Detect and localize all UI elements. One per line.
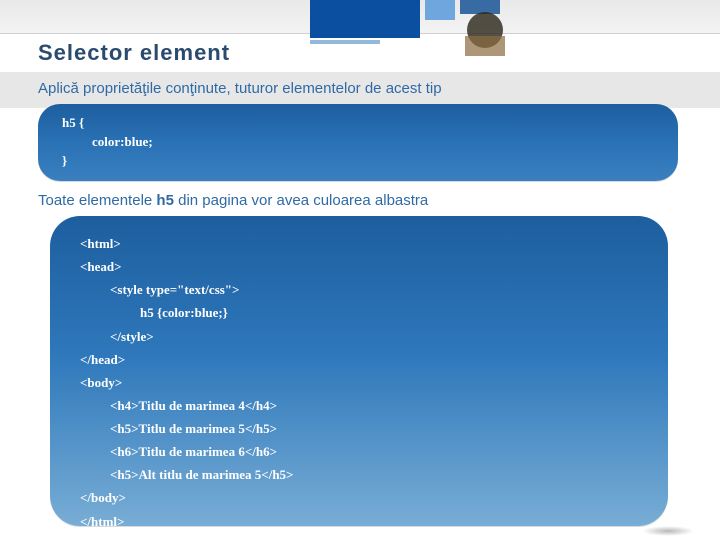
html-code-block: <html> <head> <style type="text/css"> h5… (50, 216, 668, 526)
code-line: </style> (80, 325, 638, 348)
code-line: <style type="text/css"> (80, 278, 638, 301)
page-title: Selector element (38, 40, 230, 66)
code-line: <h5>Alt titlu de marimea 5</h5> (80, 463, 638, 486)
code-line: <h4>Titlu de marimea 4</h4> (80, 394, 638, 417)
code-line: h5 {color:blue;} (80, 301, 638, 324)
code-line: <body> (80, 371, 638, 394)
text-bold: h5 (156, 192, 174, 209)
code-line: } (62, 153, 67, 168)
text-suffix: din pagina vor avea culoarea albastra (174, 192, 428, 209)
css-code-block: h5 { color:blue; } (38, 104, 678, 181)
code-line: </head> (80, 348, 638, 371)
code-line: color:blue; (62, 133, 654, 152)
code-line: <html> (80, 232, 638, 255)
top-gradient-bar (0, 0, 720, 34)
code-line: </html> (80, 510, 638, 533)
code-line: h5 { (62, 115, 84, 130)
corner-shadow (642, 526, 694, 536)
code-line: </body> (80, 486, 638, 509)
subtitle-explanation: Toate elementele h5 din pagina vor avea … (38, 192, 428, 209)
code-line: <h5>Titlu de marimea 5</h5> (80, 417, 638, 440)
subtitle-description: Aplică proprietăţile conţinute, tuturor … (38, 80, 442, 97)
code-line: <h6>Titlu de marimea 6</h6> (80, 440, 638, 463)
code-line: <head> (80, 255, 638, 278)
text-prefix: Toate elementele (38, 192, 156, 209)
